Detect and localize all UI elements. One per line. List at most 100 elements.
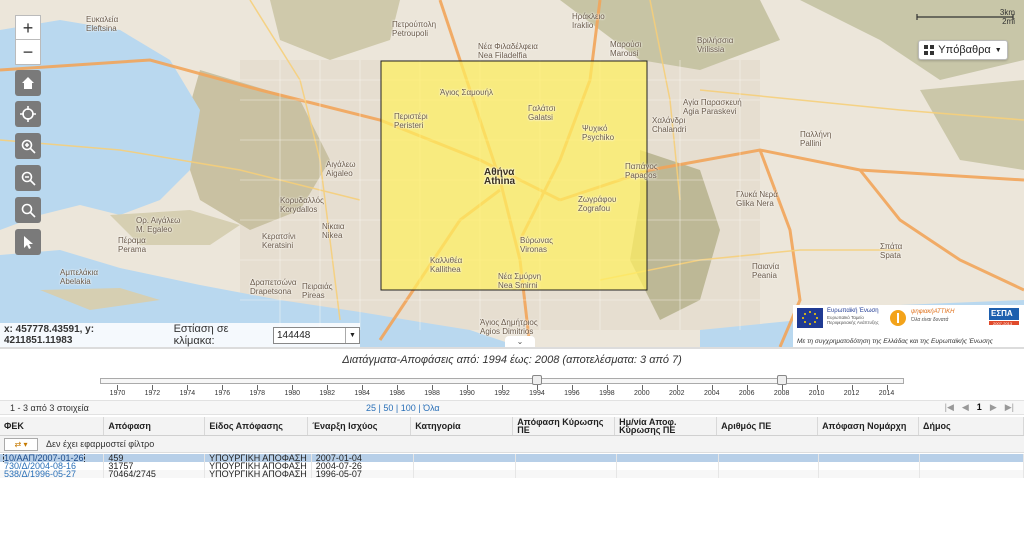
zoom-in-button[interactable]: + (15, 15, 41, 41)
results-grid-header: ΦΕΚ Απόφαση Είδος Απόφασης Έναρξη Ισχύος… (0, 417, 1024, 436)
slider-year-label: 1982 (319, 390, 335, 397)
prev-page-button[interactable]: ◀ (962, 402, 969, 413)
record-count: 1 - 3 από 3 στοιχεία (10, 403, 89, 413)
slider-handle-to[interactable] (776, 375, 787, 385)
map-view[interactable]: Ευκαλεία Eleftsina Πετρούπολη Petroupoli… (0, 0, 1024, 347)
table-row[interactable]: 10/ΑΑΠ/2007-01-26 459 ΥΠΟΥΡΓΙΚΗ ΑΠΟΦΑΣΗ … (0, 454, 1024, 462)
place-label: Αμπελάκια Abelakia (60, 268, 98, 286)
page-size-100[interactable]: 100 (401, 403, 416, 413)
slider-year-label: 2014 (878, 390, 895, 397)
column-header-arithmos-pe[interactable]: Αριθμός ΠΕ (716, 417, 819, 436)
select-button[interactable] (15, 229, 41, 255)
slider-year-label: 1988 (424, 390, 440, 397)
slider-year-label: 1986 (389, 390, 405, 397)
first-page-button[interactable]: |◀ (945, 402, 954, 413)
fek-cell: 538/Δ/1996-05-27 (0, 470, 105, 478)
nomarxis-cell (818, 454, 920, 462)
city-label-athens: Αθήνα Athina (484, 167, 516, 187)
page-size-options: 25 | 50 | 100 | Όλα (366, 403, 440, 413)
chevron-down-icon: ⌄ (516, 337, 524, 346)
fek-link[interactable]: 730/Δ/2004-08-16 (4, 462, 76, 470)
column-header-apofasi[interactable]: Απόφαση (103, 417, 206, 436)
filter-button[interactable]: ⇄ ▾ (4, 437, 38, 451)
eidos-cell: ΥΠΟΥΡΓΙΚΗ ΑΠΟΦΑΣΗ (204, 454, 312, 462)
place-label: Παπάγος Papagos (625, 162, 658, 180)
katigoria-cell (413, 462, 516, 470)
year-range-slider[interactable]: 1970 1972 1974 1976 1978 1980 1982 1984 1986 1988… (100, 375, 904, 403)
column-header-katigoria[interactable]: Κατηγορία (410, 417, 514, 436)
next-page-button[interactable]: ▶ (990, 402, 997, 413)
slider-year-label: 1992 (494, 390, 510, 397)
table-row[interactable]: 538/Δ/1996-05-27 70464/2745 ΥΠΟΥΡΓΙΚΗ ΑΠ… (0, 470, 1024, 478)
column-header-kyrosi-pe[interactable]: Απόφαση Κύρωσης ΠΕ (512, 417, 616, 436)
slider-year-label: 1978 (249, 390, 266, 397)
grid-icon (924, 45, 935, 55)
magnifier-minus-icon (21, 171, 36, 186)
place-label: Παιανία Peania (752, 262, 780, 280)
arithmos-cell (718, 454, 820, 462)
map-scalebar: 3km 2mi (915, 6, 1015, 26)
scalebar-mi-label: 2mi (1002, 17, 1015, 26)
place-label: Βύρωνας Vironas (520, 236, 553, 254)
filter-status: Δεν έχει εφαρμοστεί φίλτρο (46, 439, 155, 449)
column-header-dimos[interactable]: Δήμος (918, 417, 1024, 436)
caret-down-icon: ▼ (345, 327, 359, 343)
locate-button[interactable] (15, 101, 41, 127)
slider-year-label: 1976 (214, 390, 231, 397)
caret-down-icon: ▼ (994, 46, 1002, 54)
logo-espa-text: ΕΣΠΑ (991, 309, 1013, 318)
place-label: Ευκαλεία Eleftsina (86, 15, 119, 33)
zoom-box-out-button[interactable] (15, 165, 41, 191)
place-label: Ορ. Αιγάλεω M. Egaleo (136, 216, 181, 234)
column-header-nomarxis[interactable]: Απόφαση Νομάρχη (817, 417, 920, 436)
fek-link[interactable]: 10/ΑΑΠ/2007-01-26 (3, 454, 85, 462)
place-label: Αγία Παρασκευή Agia Paraskevi (683, 98, 742, 116)
slider-year-label: 1996 (564, 390, 580, 397)
column-header-enarxi[interactable]: Έναρξη Ισχύος (307, 417, 412, 436)
zoom-out-button[interactable]: − (15, 39, 41, 65)
fek-link[interactable]: 538/Δ/1996-05-27 (4, 470, 76, 478)
slider-year-label: 2002 (668, 390, 685, 397)
eidos-cell: ΥΠΟΥΡΓΙΚΗ ΑΠΟΦΑΣΗ (204, 462, 312, 470)
panel-toggle[interactable]: ⌄ (505, 336, 535, 347)
panel-separator (0, 347, 1024, 349)
home-button[interactable] (15, 70, 41, 96)
place-label: Παλλήνη Pallini (800, 130, 832, 148)
column-header-fek[interactable]: ΦΕΚ (0, 417, 105, 436)
column-header-date-kyrosi-pe[interactable]: Ημ/νία Αποφ. Κύρωσης ΠΕ (614, 417, 718, 436)
place-label: Πετρούπολη Petroupoli (392, 20, 437, 38)
last-page-button[interactable]: ▶| (1005, 402, 1014, 413)
arithmos-cell (718, 462, 820, 470)
place-label: Ζωγράφου Zografou (578, 195, 617, 213)
logo-ict-text: ψηφιακήΑΤΤΙΚΗ (911, 309, 955, 315)
logo-eu-subtext: Ευρωπαϊκό Ταμείο Περιφερειακής Ανάπτυξης (827, 315, 879, 325)
place-label: Άγιος Σαμουήλ (440, 88, 493, 97)
place-label: Άγιος Δημήτριος Agios Dimitrios (480, 318, 538, 336)
kyrosi-cell (515, 470, 618, 478)
nomarxis-cell (818, 462, 920, 470)
place-label: Ψυχικό Psychiko (582, 124, 615, 142)
scale-select[interactable]: 144448 ▼ (273, 326, 360, 344)
basemap-dropdown[interactable]: Υπόβαθρα ▼ (918, 40, 1008, 60)
page-size-25[interactable]: 25 (366, 403, 376, 413)
pointer-icon (24, 236, 33, 249)
page-size-50[interactable]: 50 (383, 403, 393, 413)
katigoria-cell (413, 470, 516, 478)
place-label: Δραπετσώνα Drapetsona (250, 278, 297, 296)
place-label: Κορυδαλλός Korydallos (280, 196, 324, 214)
funding-logos: Ευρωπαϊκή Ένωση Ευρωπαϊκό Ταμείο Περιφερ… (793, 305, 1024, 347)
fek-cell: 10/ΑΑΠ/2007-01-26 (0, 454, 105, 462)
enarxi-cell: 2004-07-26 (311, 462, 415, 470)
slider-handle-from[interactable] (531, 375, 542, 385)
zoom-box-in-button[interactable] (15, 133, 41, 159)
table-row[interactable]: 730/Δ/2004-08-16 31757 ΥΠΟΥΡΓΙΚΗ ΑΠΟΦΑΣΗ… (0, 462, 1024, 470)
apofasi-cell: 70464/2745 (103, 470, 206, 478)
kyrosi-cell (515, 462, 618, 470)
nomarxis-cell (818, 470, 920, 478)
column-header-eidos[interactable]: Είδος Απόφασης (204, 417, 309, 436)
filter-icon: ⇄ ▾ (14, 439, 28, 449)
zoom-extent-button[interactable] (15, 197, 41, 223)
home-icon (22, 77, 34, 89)
coordinate-bar: x: 457778.43591, y: 4211851.11983 Εστίασ… (0, 323, 360, 347)
page-size-all[interactable]: Όλα (423, 403, 440, 413)
